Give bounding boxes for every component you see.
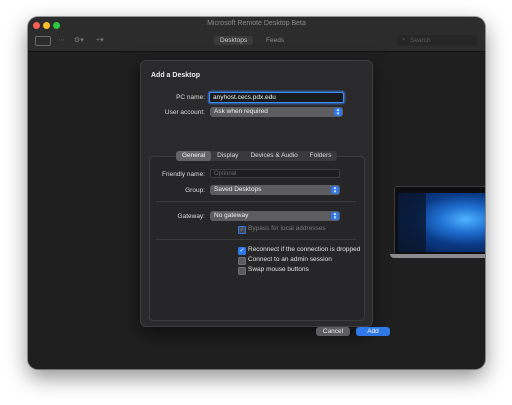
pc-name-label: PC name: <box>176 94 205 101</box>
admin-session-checkbox[interactable] <box>238 257 246 265</box>
window-title: Microsoft Remote Desktop Beta <box>207 20 306 27</box>
friendly-name-field[interactable]: Optional <box>210 169 340 178</box>
chevron-updown-icon: ▴ ▾ <box>334 108 342 117</box>
tab-folders[interactable]: Folders <box>304 151 338 161</box>
reconnect-checkbox[interactable]: ✓ <box>238 247 246 255</box>
tab-display[interactable]: Display <box>211 151 244 161</box>
group-value: Saved Desktops <box>214 186 262 193</box>
reconnect-label: Reconnect if the connection is dropped <box>248 246 361 253</box>
gateway-popup[interactable]: No gateway ▴ ▾ <box>210 211 340 221</box>
cancel-button[interactable]: Cancel <box>316 327 350 336</box>
gateway-label: Gateway: <box>177 213 205 220</box>
search-icon: ⌕ <box>402 36 406 43</box>
dialog-title: Add a Desktop <box>151 72 201 79</box>
more-icon[interactable]: ⋯ <box>58 36 65 45</box>
group-popup[interactable]: Saved Desktops ▴ ▾ <box>210 185 340 195</box>
user-account-popup[interactable]: Ask when required ▴ ▾ <box>210 107 343 117</box>
admin-session-label: Connect to an admin session <box>248 256 332 263</box>
thumbnail-laptop-base <box>390 254 485 258</box>
thumbnail-start-menu <box>398 193 426 252</box>
title-bar: Microsoft Remote Desktop Beta ⋯ ⚙▾ +▾ De… <box>28 17 485 52</box>
chevron-updown-icon: ▴ ▾ <box>331 186 339 195</box>
desktop-thumbnail[interactable] <box>390 186 485 258</box>
swap-mouse-label: Swap mouse buttons <box>248 266 309 273</box>
tab-general[interactable]: General <box>176 151 212 161</box>
settings-tabs: General Display Devices & Audio Folders <box>176 151 338 161</box>
add-button[interactable]: Add <box>356 327 390 336</box>
search-input[interactable]: ⌕ Search <box>397 35 477 46</box>
separator <box>156 201 356 202</box>
search-placeholder: Search <box>410 37 431 44</box>
gateway-value: No gateway <box>214 212 249 219</box>
friendly-name-label: Friendly name: <box>162 171 205 178</box>
group-label: Group: <box>185 187 205 194</box>
gear-icon[interactable]: ⚙▾ <box>74 36 84 45</box>
user-account-value: Ask when required <box>214 108 268 115</box>
add-desktop-dialog: Add a Desktop PC name: anyhost.cecs.pdx.… <box>140 60 390 336</box>
plus-icon[interactable]: +▾ <box>96 36 104 45</box>
bypass-label: Bypass for local addresses <box>248 225 326 232</box>
user-account-label: User account: <box>164 109 205 116</box>
swap-mouse-checkbox[interactable] <box>238 267 246 275</box>
sidebar-toggle-icon[interactable] <box>35 36 51 46</box>
app-window: Microsoft Remote Desktop Beta ⋯ ⚙▾ +▾ De… <box>28 17 485 369</box>
pc-name-field[interactable]: anyhost.cecs.pdx.edu <box>209 92 344 103</box>
tab-devices-audio[interactable]: Devices & Audio <box>244 151 303 161</box>
tab-feeds[interactable]: Feeds <box>260 36 290 45</box>
thumbnail-screen <box>394 186 485 256</box>
bypass-checkbox: ✓ <box>238 226 246 234</box>
tab-desktops[interactable]: Desktops <box>214 36 254 45</box>
separator <box>156 239 356 240</box>
chevron-updown-icon: ▴ ▾ <box>331 212 339 221</box>
